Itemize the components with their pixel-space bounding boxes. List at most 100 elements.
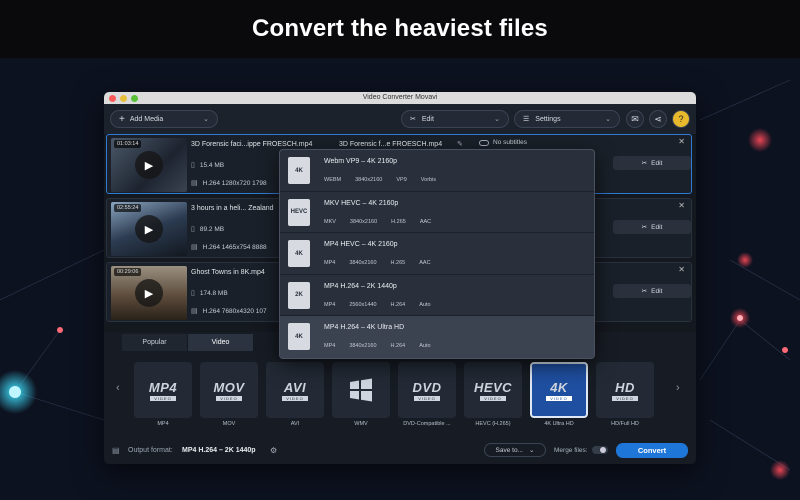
preset-option[interactable]: HEVC MKV HEVC – 4K 2160p MKV 3840x2160 H.2… (280, 192, 594, 234)
format-sub: VIDEO (282, 395, 308, 401)
add-media-button[interactable]: + Add Media ⌄ (110, 110, 218, 128)
subtitles-select[interactable]: No subtitles (479, 139, 527, 146)
preset-specs: MKV 3840x2160 H.265 AAC (324, 219, 431, 225)
preset-specs: MP4 2560x1440 H.264 Auto (324, 302, 431, 308)
video-thumbnail[interactable]: 02:55:24 ▶ (111, 202, 187, 256)
spec-container: MP4 (324, 260, 336, 267)
spec-audio-codec: AAC (419, 260, 431, 267)
format-sub: VIDEO (480, 395, 506, 401)
format-label: MP4 (157, 421, 169, 427)
format-label: 4K Ultra HD (544, 421, 574, 427)
format-tile[interactable]: HEVC VIDEO (464, 362, 522, 418)
file-name: 3 hours in a heli... Zealand (191, 205, 274, 212)
preset-option-selected[interactable]: 4K MP4 H.264 – 4K Ultra HD MP4 3840x2160 H… (280, 316, 594, 358)
format-avi[interactable]: AVI VIDEO AVI (266, 362, 324, 427)
play-icon[interactable]: ▶ (135, 279, 163, 307)
edit-file-button[interactable]: ✂ Edit (613, 284, 691, 298)
format-logo: 4K (550, 379, 568, 395)
banner-headline: Convert the heaviest files (252, 15, 548, 42)
tab-video[interactable]: Video (188, 334, 254, 351)
pencil-icon[interactable]: ✎ (457, 140, 463, 148)
format-hd[interactable]: HD VIDEO HD/Full HD (596, 362, 654, 427)
format-tile[interactable] (332, 362, 390, 418)
spec-container: MKV (324, 218, 336, 225)
format-tile-selected[interactable]: 4K VIDEO (530, 362, 588, 418)
format-hevc[interactable]: HEVC VIDEO HEVC (H.265) (464, 362, 522, 427)
format-sub: VIDEO (414, 395, 440, 401)
format-wmv[interactable]: WMV (332, 362, 390, 427)
video-info: H.264 7680x4320 107 (202, 307, 267, 315)
format-sub: VIDEO (546, 395, 572, 401)
sliders-icon: ☰ (523, 116, 530, 123)
help-button[interactable]: ? (672, 110, 690, 128)
tools-icon: ✂ (641, 160, 648, 167)
save-to-button[interactable]: Save to... ⌄ (484, 443, 546, 457)
format-tile[interactable]: MP4 VIDEO (134, 362, 192, 418)
format-mov[interactable]: MOV VIDEO MOV (200, 362, 258, 427)
format-tile[interactable]: AVI VIDEO (266, 362, 324, 418)
mail-button[interactable]: ✉ (626, 110, 644, 128)
scroll-right-icon[interactable]: › (676, 382, 680, 394)
spec-audio-codec: AAC (419, 218, 432, 225)
edit-label: Edit (651, 159, 663, 167)
subtitles-icon (479, 139, 489, 146)
preset-icon-label: HEVC (290, 209, 308, 216)
play-icon[interactable]: ▶ (135, 151, 163, 179)
preset-title: Webm VP9 – 4K 2160p (324, 158, 398, 165)
chevron-down-icon: ⌄ (529, 447, 535, 454)
file-icon: ▯ (191, 290, 195, 297)
scroll-left-icon[interactable]: ‹ (116, 382, 120, 394)
edit-label: Edit (651, 223, 663, 231)
preset-file-icon: 2K (288, 281, 310, 309)
format-logo: AVI (283, 379, 307, 395)
preset-specs: WEBM 3840x2160 VP9 Vorbis (324, 177, 436, 183)
share-button[interactable]: ⋖ (649, 110, 667, 128)
preset-icon-label: 4K (295, 333, 303, 340)
spec-container: MP4 (324, 301, 336, 308)
format-label: AVI (290, 421, 300, 427)
preset-option[interactable]: 4K MP4 HEVC – 4K 2160p MP4 3840x2160 H.265… (280, 233, 594, 275)
spec-resolution: 2560x1440 (349, 301, 377, 308)
video-info-line: ▤ H.264 7680x4320 107 (191, 307, 267, 316)
format-label: DVD-Compatible ... (403, 421, 451, 427)
format-tile[interactable]: HD VIDEO (596, 362, 654, 418)
settings-menu-button[interactable]: ☰ Settings ⌄ (514, 110, 620, 128)
format-mp4[interactable]: MP4 VIDEO MP4 (134, 362, 192, 427)
format-logo: MP4 (148, 379, 178, 395)
file-name: 3D Forensic faci...ippe FROESCH.mp4 (191, 141, 313, 148)
video-thumbnail[interactable]: 01:03:14 ▶ (111, 138, 187, 192)
format-tile[interactable]: DVD VIDEO (398, 362, 456, 418)
spec-video-codec: H.264 (390, 301, 406, 308)
preset-title: MP4 H.264 – 2K 1440p (324, 282, 397, 290)
convert-button[interactable]: Convert (616, 442, 688, 458)
tools-icon: ✂ (410, 116, 416, 123)
merge-files-toggle[interactable] (591, 446, 608, 454)
share-icon: ⋖ (654, 113, 662, 124)
spec-audio-codec: Auto (419, 301, 431, 308)
gear-icon[interactable]: ⚙ (270, 446, 277, 455)
file-icon: ▯ (191, 162, 195, 169)
subtitles-label: No subtitles (493, 139, 527, 146)
preset-option[interactable]: 4K Webm VP9 – 4K 2160p WEBM 3840x2160 VP9 V… (280, 150, 594, 192)
remove-file-icon[interactable]: ✕ (678, 201, 685, 210)
edit-file-button[interactable]: ✂ Edit (613, 156, 691, 170)
tab-popular[interactable]: Popular (122, 334, 188, 351)
toolbar: + Add Media ⌄ ✂ Edit ⌄ ☰ Settings ⌄ ✉ ⋖ … (104, 104, 696, 134)
format-dvd[interactable]: DVD VIDEO DVD-Compatible ... (398, 362, 456, 427)
play-icon[interactable]: ▶ (135, 215, 163, 243)
remove-file-icon[interactable]: ✕ (678, 265, 685, 274)
edit-file-button[interactable]: ✂ Edit (613, 220, 691, 234)
spec-audio-codec: Auto (419, 343, 431, 350)
banner: Convert the heaviest files (0, 0, 800, 58)
preset-option[interactable]: 2K MP4 H.264 – 2K 1440p MP4 2560x1440 H.26… (280, 275, 594, 317)
edit-menu-button[interactable]: ✂ Edit ⌄ (401, 110, 509, 128)
add-media-label: Add Media (129, 115, 164, 123)
format-tile[interactable]: MOV VIDEO (200, 362, 258, 418)
video-thumbnail[interactable]: 00:29:06 ▶ (111, 266, 187, 320)
remove-file-icon[interactable]: ✕ (678, 137, 685, 146)
format-4k[interactable]: 4K VIDEO 4K Ultra HD (530, 362, 588, 427)
format-list: MP4 VIDEO MP4 MOV VIDEO MOV AVI VIDEO AVI WMV … (134, 362, 654, 427)
video-info: H.264 1280x720 1798 (202, 179, 267, 187)
chevron-down-icon: ⌄ (605, 116, 611, 123)
file-size-line: ▯ 89.2 MB (191, 225, 224, 234)
